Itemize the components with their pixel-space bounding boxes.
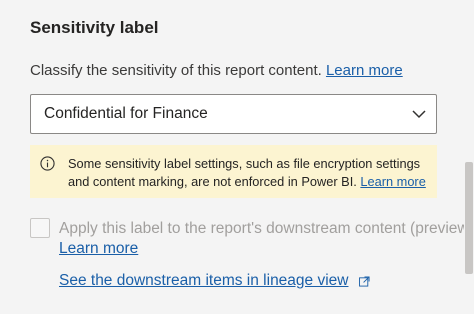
description-text: Classify the sensitivity of this report … [30,62,322,79]
chevron-down-icon [412,110,426,119]
scrollbar-thumb[interactable] [465,162,473,274]
section-description: Classify the sensitivity of this report … [30,62,403,79]
external-link-icon [359,275,371,287]
dropdown-selected-value: Confidential for Finance [44,105,208,122]
lineage-link-row: See the downstream items in lineage view [59,272,371,290]
warning-message: Some sensitivity label settings, such as… [30,145,437,198]
downstream-checkbox[interactable] [30,218,50,238]
warning-learn-more-link[interactable]: Learn more [360,174,425,189]
downstream-learn-more-link[interactable]: Learn more [59,240,138,257]
info-icon [40,156,55,171]
sensitivity-label-dropdown[interactable]: Confidential for Finance [30,94,437,134]
section-title: Sensitivity label [30,18,159,37]
downstream-checkbox-label: Apply this label to the report's downstr… [59,220,474,237]
learn-more-link[interactable]: Learn more [326,62,403,79]
sensitivity-label-panel: Sensitivity label Classify the sensitivi… [30,0,474,314]
downstream-learn-more: Learn more [59,240,138,258]
lineage-view-link[interactable]: See the downstream items in lineage view [59,272,348,290]
vertical-scrollbar[interactable] [464,0,474,314]
